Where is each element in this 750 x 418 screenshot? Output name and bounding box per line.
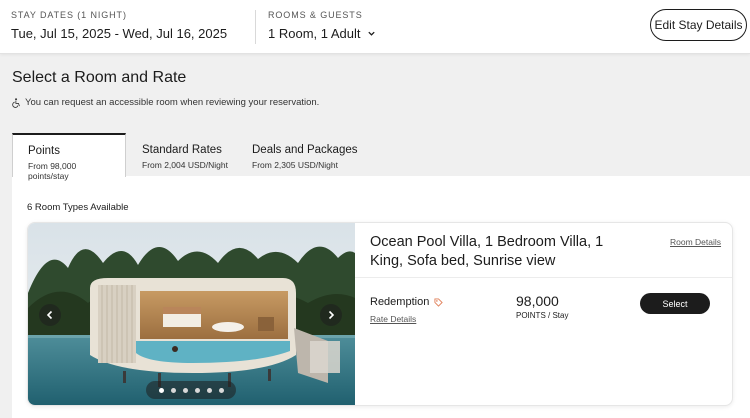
stay-dates-value: Tue, Jul 15, 2025 - Wed, Jul 16, 2025: [11, 26, 228, 41]
carousel-prev-button[interactable]: [39, 304, 61, 326]
room-photo: [28, 223, 355, 405]
chevron-left-icon: [46, 310, 53, 320]
chevron-down-icon: [367, 31, 375, 36]
room-name: Ocean Pool Villa, 1 Bedroom Villa, 1 Kin…: [370, 234, 604, 269]
stay-dates-caption: STAY DATES (1 NIGHT): [11, 10, 127, 20]
rooms-guests-caption: ROOMS & GUESTS: [268, 10, 363, 20]
tab-points[interactable]: Points From 98,000 points/stay: [12, 133, 126, 181]
carousel-dot[interactable]: [182, 387, 188, 393]
rate-name-text: Redemption: [370, 296, 430, 308]
tag-icon: [434, 297, 444, 307]
page-title: Select a Room and Rate: [12, 69, 187, 86]
rate-details-link[interactable]: Rate Details: [370, 314, 416, 324]
villa-photo-illustration: [28, 223, 355, 405]
rooms-guests-value: 1 Room, 1 Adult: [268, 26, 361, 41]
accessible-note: You can request an accessible room when …: [12, 97, 319, 108]
wheelchair-icon: [12, 97, 20, 108]
card-divider: [355, 277, 732, 278]
carousel-dot[interactable]: [206, 387, 212, 393]
rooms-guests-dropdown[interactable]: 1 Room, 1 Adult: [268, 26, 376, 41]
rooms-guests-block[interactable]: ROOMS & GUESTS 1 Room, 1 Adult: [268, 10, 376, 41]
room-details-link[interactable]: Room Details: [670, 237, 721, 247]
carousel-dot[interactable]: [194, 387, 200, 393]
tab-sublabel: From 98,000 points/stay: [28, 161, 77, 181]
tab-label: Points: [28, 145, 60, 157]
carousel-dot[interactable]: [218, 387, 224, 393]
select-room-button[interactable]: Select: [640, 293, 710, 314]
header-divider: [255, 10, 256, 44]
chevron-right-icon: [328, 310, 335, 320]
tab-deals-packages[interactable]: Deals and Packages From 2,305 USD/Night: [237, 134, 371, 176]
tab-sublabel: From 2,004 USD/Night: [142, 160, 228, 170]
points-value: 98,000: [516, 293, 559, 309]
carousel-next-button[interactable]: [320, 304, 342, 326]
room-types-count: 6 Room Types Available: [27, 202, 129, 213]
tab-standard-rates[interactable]: Standard Rates From 2,004 USD/Night: [127, 134, 242, 176]
tab-sublabel: From 2,305 USD/Night: [252, 160, 338, 170]
accessible-note-text: You can request an accessible room when …: [25, 97, 320, 108]
stay-header: STAY DATES (1 NIGHT) Tue, Jul 15, 2025 -…: [0, 0, 750, 54]
rate-name: Redemption: [370, 296, 444, 308]
room-card: Ocean Pool Villa, 1 Bedroom Villa, 1 Kin…: [27, 222, 733, 406]
stay-dates-block[interactable]: STAY DATES (1 NIGHT) Tue, Jul 15, 2025 -…: [11, 10, 227, 41]
points-unit: POINTS / Stay: [516, 311, 569, 320]
carousel-indicators: [146, 381, 236, 399]
carousel-dot[interactable]: [170, 387, 176, 393]
carousel-dot[interactable]: [158, 387, 164, 393]
edit-stay-details-button[interactable]: Edit Stay Details: [650, 9, 747, 41]
tab-label: Standard Rates: [142, 144, 222, 156]
tab-label: Deals and Packages: [252, 144, 358, 156]
